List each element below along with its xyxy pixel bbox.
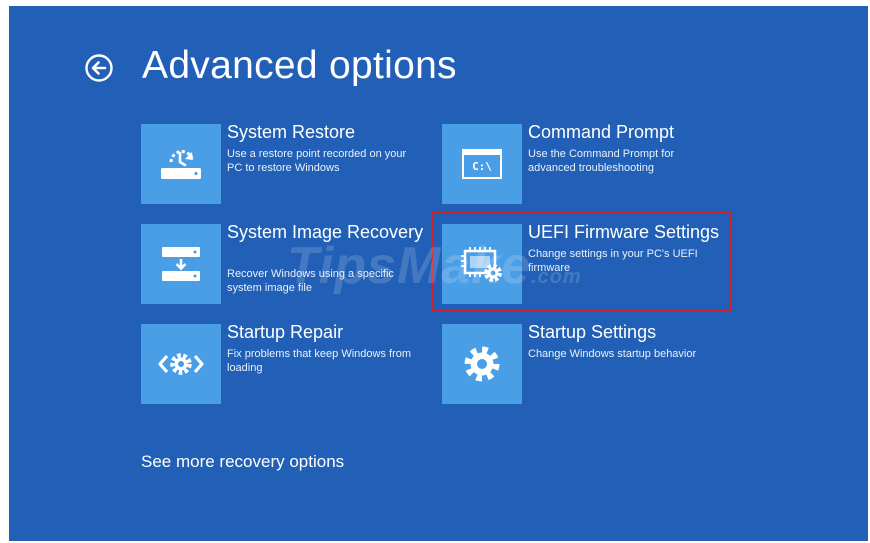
back-button[interactable] xyxy=(84,53,114,83)
option-tile xyxy=(141,224,221,304)
option-tile xyxy=(141,324,221,404)
option-description: Change Windows startup behavior xyxy=(528,348,697,360)
option-tile xyxy=(442,324,522,404)
option-title: Command Prompt xyxy=(528,122,675,142)
option-title: System Restore xyxy=(227,122,356,142)
option-uefi-firmware-settings[interactable]: UEFI Firmware Settings Change settings i… xyxy=(442,222,732,306)
gear-icon xyxy=(464,346,500,382)
back-arrow-circle-icon xyxy=(85,54,113,82)
option-tile xyxy=(442,224,522,304)
image-drive-icon xyxy=(162,247,200,281)
see-more-recovery-options-link[interactable]: See more recovery options xyxy=(141,452,344,472)
firmware-chip-gear-icon xyxy=(461,247,502,282)
option-description: Use the Command Prompt for advanced trou… xyxy=(528,148,675,174)
option-title: System Image Recovery xyxy=(227,222,424,242)
option-description: Change settings in your PC's UEFI firmwa… xyxy=(528,248,698,274)
advanced-options-screen: Advanced options System Restore Use a re… xyxy=(9,6,868,541)
option-description: Recover Windows using a specific system … xyxy=(227,268,394,294)
restore-drive-icon xyxy=(161,150,201,179)
option-system-image-recovery[interactable]: System Image Recovery Recover Windows us… xyxy=(141,222,431,306)
page-title: Advanced options xyxy=(142,44,457,87)
option-tile xyxy=(141,124,221,204)
repair-gear-icon xyxy=(158,353,204,375)
command-prompt-icon-text: C:\ xyxy=(472,159,492,173)
option-description: Use a restore point recorded on your PC … xyxy=(227,148,407,174)
option-title: Startup Repair xyxy=(227,322,344,342)
option-command-prompt[interactable]: C:\ Command Prompt Use the Command Promp… xyxy=(442,122,732,206)
option-title: Startup Settings xyxy=(528,322,657,342)
command-prompt-icon: C:\ xyxy=(462,149,502,179)
option-description: Fix problems that keep Windows from load… xyxy=(227,348,412,374)
option-title: UEFI Firmware Settings xyxy=(528,222,720,242)
option-startup-repair[interactable]: Startup Repair Fix problems that keep Wi… xyxy=(141,322,431,406)
option-tile: C:\ xyxy=(442,124,522,204)
option-system-restore[interactable]: System Restore Use a restore point recor… xyxy=(141,122,431,206)
option-startup-settings[interactable]: Startup Settings Change Windows startup … xyxy=(442,322,732,406)
